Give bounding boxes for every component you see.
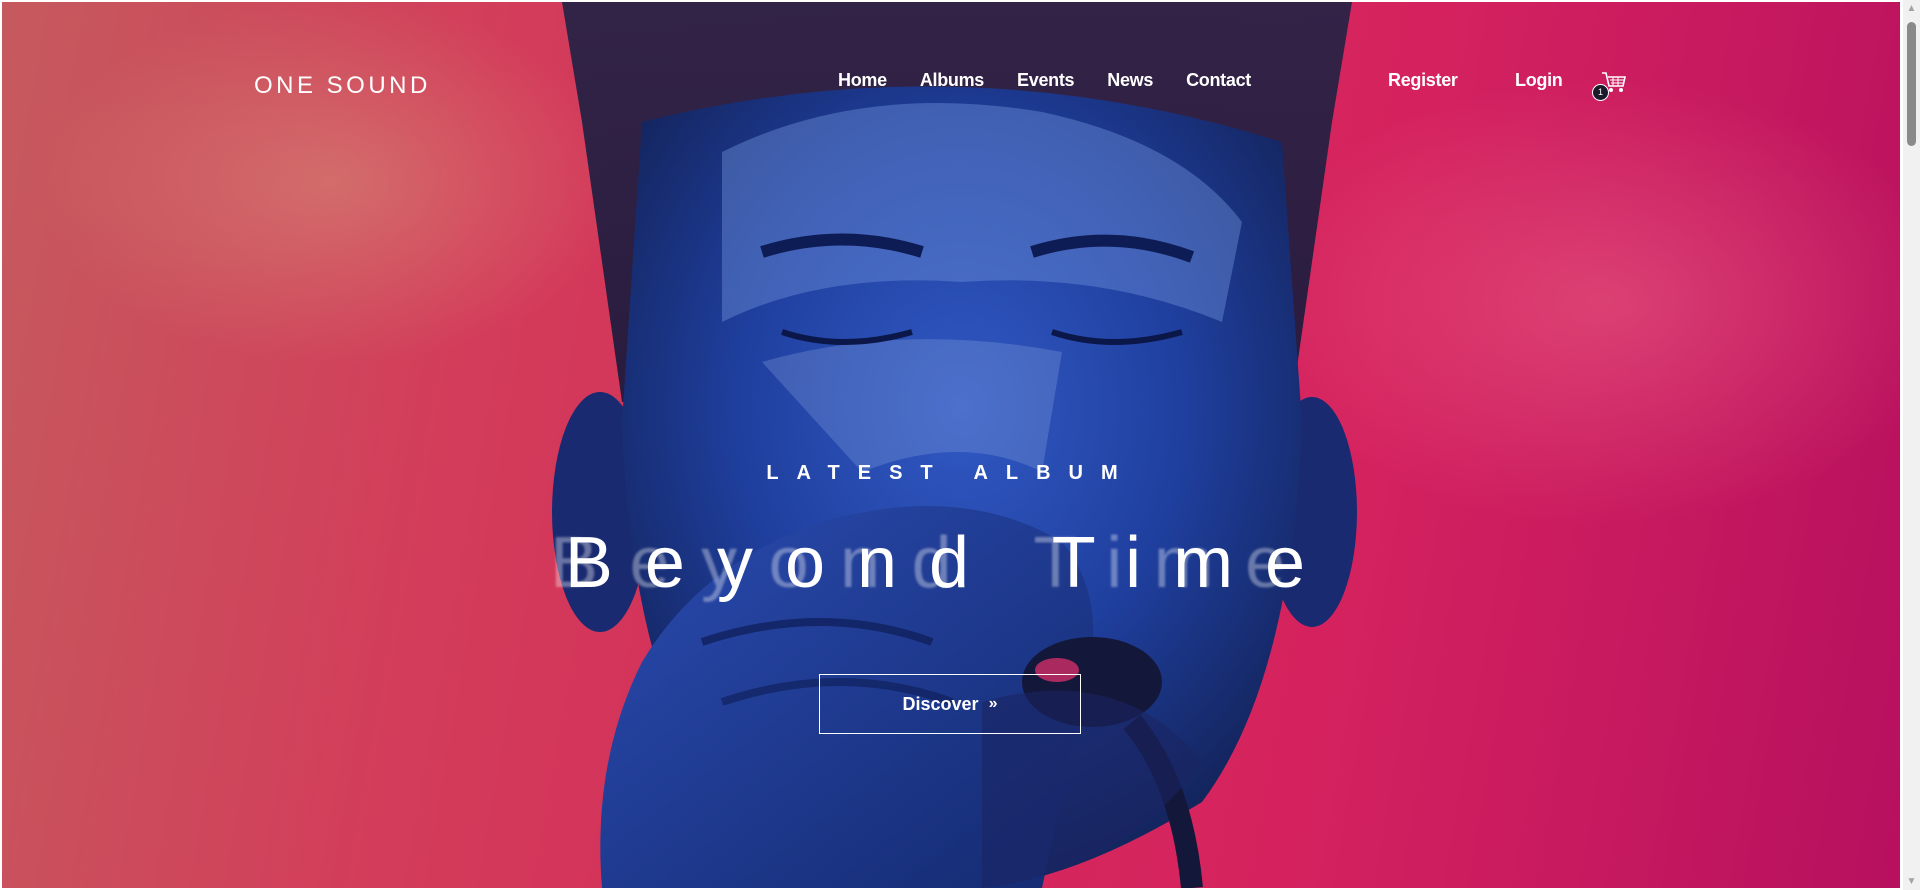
hero-eyebrow: LATEST ALBUM	[766, 462, 1136, 484]
scroll-up-arrow-icon[interactable]: ▲	[1903, 0, 1920, 17]
nav-link-events[interactable]: Events	[1017, 70, 1075, 91]
discover-button[interactable]: Discover »	[819, 674, 1081, 734]
nav-link-news[interactable]: News	[1107, 70, 1153, 91]
page-viewport: ONE SOUND Home Albums Events News Contac…	[0, 0, 1903, 890]
login-link[interactable]: Login	[1515, 70, 1563, 91]
hero-title: Beyond Time	[564, 523, 1338, 603]
cart-count-badge: 1	[1592, 84, 1609, 101]
register-link[interactable]: Register	[1388, 70, 1458, 91]
page-scrollbar[interactable]: ▲ ▼	[1903, 0, 1920, 890]
double-chevron-right-icon: »	[988, 695, 998, 712]
discover-button-label: Discover	[902, 693, 979, 714]
hero-section: ONE SOUND Home Albums Events News Contac…	[2, 2, 1900, 888]
nav-link-home[interactable]: Home	[838, 70, 887, 91]
main-menu: Home Albums Events News Contact	[838, 70, 1284, 91]
site-logo[interactable]: ONE SOUND	[254, 72, 431, 100]
nav-link-albums[interactable]: Albums	[920, 70, 985, 91]
top-navigation: ONE SOUND Home Albums Events News Contac…	[2, 2, 1900, 162]
scroll-down-arrow-icon[interactable]: ▼	[1903, 873, 1920, 890]
nav-link-contact[interactable]: Contact	[1186, 70, 1251, 91]
scroll-thumb[interactable]	[1907, 22, 1916, 146]
